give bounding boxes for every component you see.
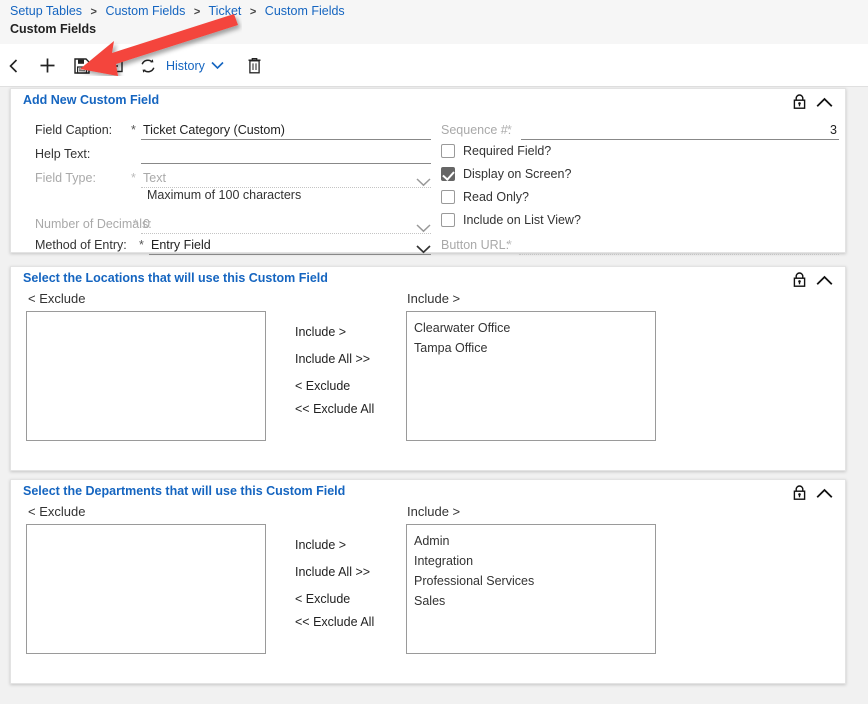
back-button[interactable] [0,44,28,87]
page-header: Setup Tables > Custom Fields > Ticket > … [0,0,868,44]
breadcrumb-separator: > [90,6,97,18]
delete-button[interactable] [240,44,268,87]
checkbox-box-required-field[interactable] [441,144,455,158]
add-button[interactable] [33,44,61,87]
departments-exclude-button[interactable]: < Exclude [295,592,350,606]
collapse-chevron-icon[interactable] [816,273,833,291]
label-field-type: Field Type: [35,171,96,185]
collapse-chevron-icon[interactable] [816,486,833,504]
breadcrumb-separator: > [249,6,257,18]
locations-include-header: Include > [407,291,461,306]
list-item[interactable]: Clearwater Office [407,318,655,338]
list-item[interactable]: Integration [407,551,655,571]
lock-icon[interactable] [793,94,806,114]
departments-exclude-listbox[interactable] [26,524,266,654]
save-disk-icon [74,57,90,74]
save-and-exit-button[interactable] [101,44,129,87]
page-title: Custom Fields [10,22,97,36]
locations-include-all-button[interactable]: Include All >> [295,352,370,366]
departments-include-all-button[interactable]: Include All >> [295,565,370,579]
plus-icon [39,57,56,74]
save-exit-icon [107,58,123,74]
chevron-down-icon[interactable] [416,220,431,233]
input-sequence[interactable]: 3 [11,120,837,140]
required-marker-button-url: * [507,238,512,252]
select-field-type[interactable]: Text [143,168,166,188]
chevron-left-icon [6,58,22,74]
panel-title-departments: Select the Departments that will use thi… [23,484,346,498]
breadcrumb-item-0[interactable]: Setup Tables [10,4,82,18]
breadcrumb-item-3[interactable]: Custom Fields [265,4,345,18]
checkbox-label-include-on-list-view: Include on List View? [463,213,581,227]
save-button[interactable] [68,44,96,87]
checkbox-label-read-only: Read Only? [463,190,530,204]
required-marker-field-type: * [131,171,136,185]
history-label: History [166,58,205,73]
breadcrumb-item-2[interactable]: Ticket [209,4,242,18]
chevron-down-icon[interactable] [416,174,431,187]
max-characters-note: Maximum of 100 characters [147,188,302,202]
history-button[interactable]: History [166,44,224,87]
select-number-of-decimals[interactable]: 0 [143,214,150,234]
departments-exclude-header: < Exclude [28,504,86,519]
panel-title-custom-field: Add New Custom Field [23,93,160,107]
list-item[interactable]: Professional Services [407,571,655,591]
checkbox-box-display-on-screen[interactable] [441,167,455,181]
panel-locations: Select the Locations that will use this … [10,266,846,471]
checkbox-box-read-only[interactable] [441,190,455,204]
lock-icon[interactable] [793,485,806,505]
locations-exclude-header: < Exclude [28,291,86,306]
trash-icon [247,57,262,74]
checkbox-box-include-on-list-view[interactable] [441,213,455,227]
row-number-of-decimals: Number of Decimals: * 0 [11,213,845,235]
panel-header-icons-custom-field [793,94,833,114]
breadcrumb: Setup Tables > Custom Fields > Ticket > … [10,4,345,18]
underline-help-text [141,163,431,164]
underline-sequence [521,139,839,140]
refresh-icon [139,57,157,75]
breadcrumb-separator: > [193,6,201,18]
row-sequence: Sequence #: * 3 [11,119,845,141]
checkbox-label-required-field: Required Field? [463,144,552,158]
toolbar: History [0,44,868,87]
lock-icon[interactable] [793,272,806,292]
required-marker-number-of-decimals: * [133,217,138,231]
panel-title-locations: Select the Locations that will use this … [23,271,328,285]
departments-exclude-all-button[interactable]: << Exclude All [295,615,374,629]
checkbox-label-display-on-screen: Display on Screen? [463,167,572,181]
panel-departments: Select the Departments that will use thi… [10,479,846,684]
panel-header-icons-locations [793,272,833,292]
underline-button-url [519,254,839,255]
breadcrumb-item-1[interactable]: Custom Fields [105,4,185,18]
departments-include-listbox[interactable]: Admin Integration Professional Services … [406,524,656,654]
locations-exclude-button[interactable]: < Exclude [295,379,350,393]
panel-header-icons-departments [793,485,833,505]
locations-exclude-listbox[interactable] [26,311,266,441]
departments-include-header: Include > [407,504,461,519]
chevron-down-icon [211,59,224,73]
row-button-url: Button URL: * [11,234,845,256]
list-item[interactable]: Sales [407,591,655,611]
page-body: Add New Custom Field Field Caption: * Ti… [0,87,868,704]
locations-include-button[interactable]: Include > [295,325,346,339]
list-item[interactable]: Tampa Office [407,338,655,358]
list-item[interactable]: Admin [407,531,655,551]
label-button-url: Button URL: [441,238,510,252]
label-help-text: Help Text: [35,147,91,161]
panel-add-new-custom-field: Add New Custom Field Field Caption: * Ti… [10,88,846,256]
collapse-chevron-icon[interactable] [816,95,833,113]
locations-exclude-all-button[interactable]: << Exclude All [295,402,374,416]
refresh-button[interactable] [134,44,162,87]
row-help-text: Help Text: [11,143,845,165]
locations-include-listbox[interactable]: Clearwater Office Tampa Office [406,311,656,441]
row-field-type: Field Type: * Text [11,167,845,189]
departments-include-button[interactable]: Include > [295,538,346,552]
